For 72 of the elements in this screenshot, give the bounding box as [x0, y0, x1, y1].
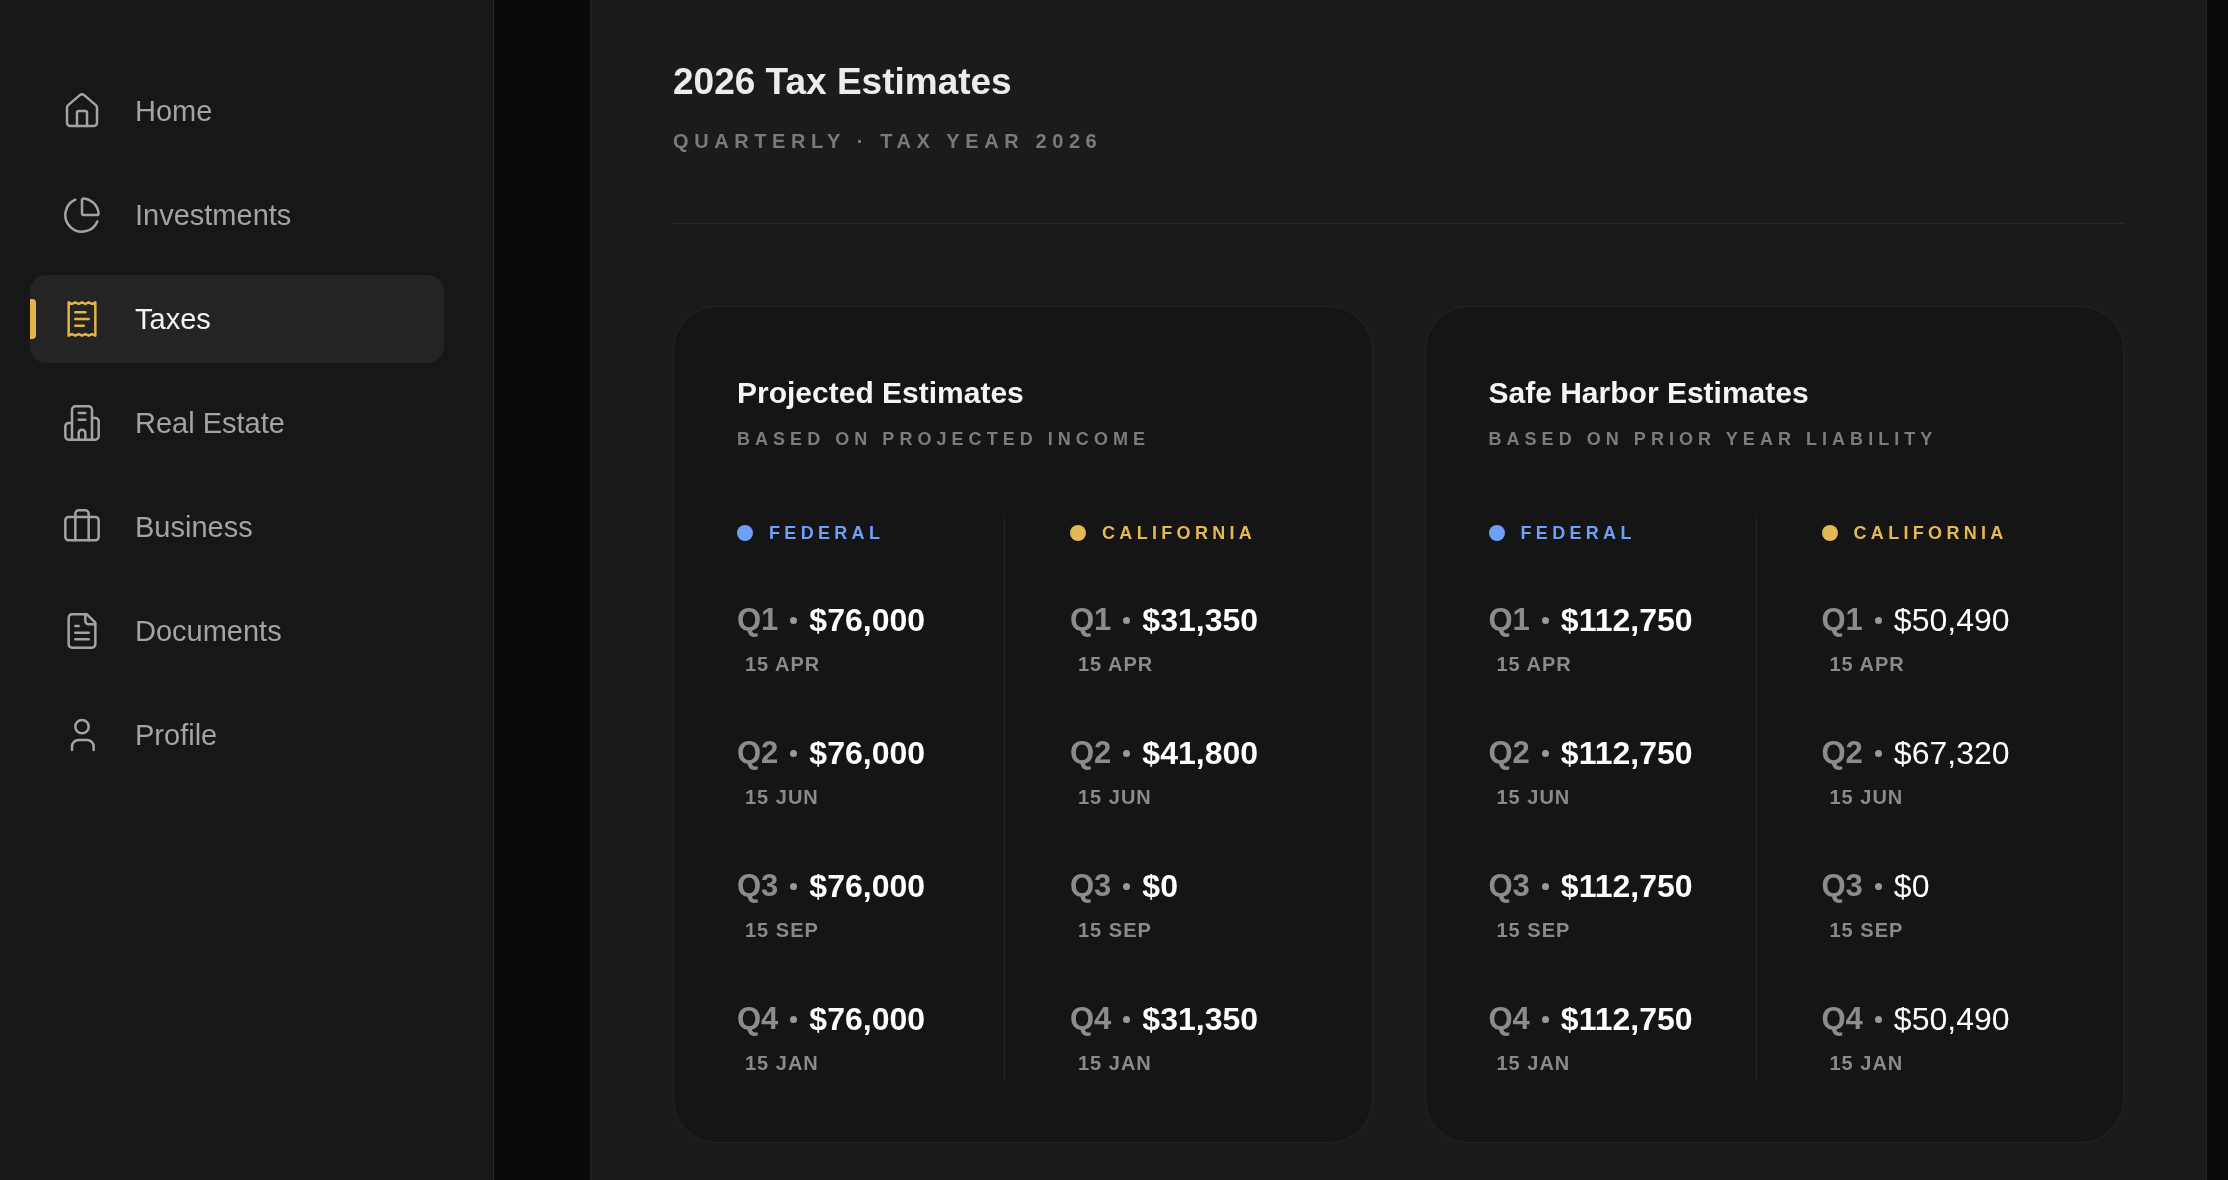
due-date: 15 JAN: [1078, 1051, 1152, 1075]
sidebar-item[interactable]: Taxes: [30, 275, 444, 363]
page-subtitle: QUARTERLY · TAX YEAR 2026: [673, 129, 1103, 153]
quarter-label: Q1: [1070, 601, 1112, 639]
amount: $67,320: [1893, 734, 2010, 773]
column-label: CALIFORNIA: [1853, 522, 2008, 545]
quarter-label: Q2: [1821, 734, 1863, 772]
pie-chart-icon: [64, 197, 100, 233]
amount: $0: [1142, 867, 1178, 906]
sidebar-item[interactable]: Home: [30, 67, 444, 155]
due-date: 15 APR: [745, 652, 821, 676]
amount: $31,350: [1142, 1000, 1259, 1039]
amount: $76,000: [809, 867, 926, 906]
quarter-label: Q3: [1070, 867, 1112, 905]
due-date: 15 SEP: [1496, 918, 1571, 942]
document-icon: [64, 613, 100, 649]
sidebar-item[interactable]: Real Estate: [30, 379, 444, 467]
quarter-label: Q3: [1488, 867, 1530, 905]
quarter-label: Q4: [1821, 1000, 1863, 1038]
quarter-label: Q1: [1821, 601, 1863, 639]
due-date: 15 JUN: [1496, 785, 1571, 809]
card-subtitle: BASED ON PROJECTED INCOME: [737, 428, 1151, 451]
quarter-label: Q2: [737, 734, 779, 772]
card-title: Projected Estimates: [737, 375, 1024, 411]
home-icon: [64, 93, 100, 129]
due-date: 15 APR: [1496, 652, 1572, 676]
quarter-label: Q3: [737, 867, 779, 905]
card-title: Safe Harbor Estimates: [1488, 375, 1809, 411]
briefcase-icon: [64, 509, 100, 545]
amount: $112,750: [1560, 1000, 1693, 1039]
receipt-icon: [64, 301, 100, 337]
due-date: 15 JAN: [1496, 1051, 1571, 1075]
due-date: 15 JAN: [1829, 1051, 1904, 1075]
amount: $50,490: [1893, 601, 2010, 640]
quarter-label: Q4: [737, 1000, 779, 1038]
quarter-label: Q3: [1821, 867, 1863, 905]
amount: $41,800: [1142, 734, 1259, 773]
quarter-label: Q1: [737, 601, 779, 639]
column-label: CALIFORNIA: [1102, 522, 1257, 545]
sidebar-item[interactable]: Investments: [30, 171, 444, 259]
due-date: 15 JAN: [745, 1051, 819, 1075]
quarter-label: Q2: [1070, 734, 1112, 772]
quarter-label: Q4: [1488, 1000, 1530, 1038]
sidebar-item[interactable]: Documents: [30, 587, 444, 675]
due-date: 15 SEP: [1078, 918, 1152, 942]
due-date: 15 APR: [1078, 652, 1154, 676]
due-date: 15 JUN: [1078, 785, 1152, 809]
amount: $112,750: [1560, 867, 1693, 906]
amount: $76,000: [809, 1000, 926, 1039]
sidebar-item[interactable]: Business: [30, 483, 444, 571]
sidebar-item[interactable]: Profile: [30, 691, 444, 779]
indicator-bar-icon: [30, 299, 36, 339]
page-title: 2026 Tax Estimates: [673, 60, 1012, 104]
amount: $76,000: [809, 601, 926, 640]
amount: $50,490: [1893, 1000, 2010, 1039]
quarter-label: Q1: [1488, 601, 1530, 639]
due-date: 15 JUN: [745, 785, 819, 809]
card-subtitle: BASED ON PRIOR YEAR LIABILITY: [1488, 428, 1938, 451]
due-date: 15 SEP: [1829, 918, 1904, 942]
due-date: 15 APR: [1829, 652, 1905, 676]
quarter-label: Q2: [1488, 734, 1530, 772]
amount: $0: [1893, 867, 1930, 906]
building-icon: [64, 405, 100, 441]
column-label: FEDERAL: [769, 522, 885, 545]
amount: $112,750: [1560, 734, 1693, 773]
due-date: 15 SEP: [745, 918, 819, 942]
quarter-label: Q4: [1070, 1000, 1112, 1038]
column-label: FEDERAL: [1520, 522, 1636, 545]
amount: $31,350: [1142, 601, 1259, 640]
due-date: 15 JUN: [1829, 785, 1904, 809]
amount: $76,000: [809, 734, 926, 773]
amount: $112,750: [1560, 601, 1693, 640]
